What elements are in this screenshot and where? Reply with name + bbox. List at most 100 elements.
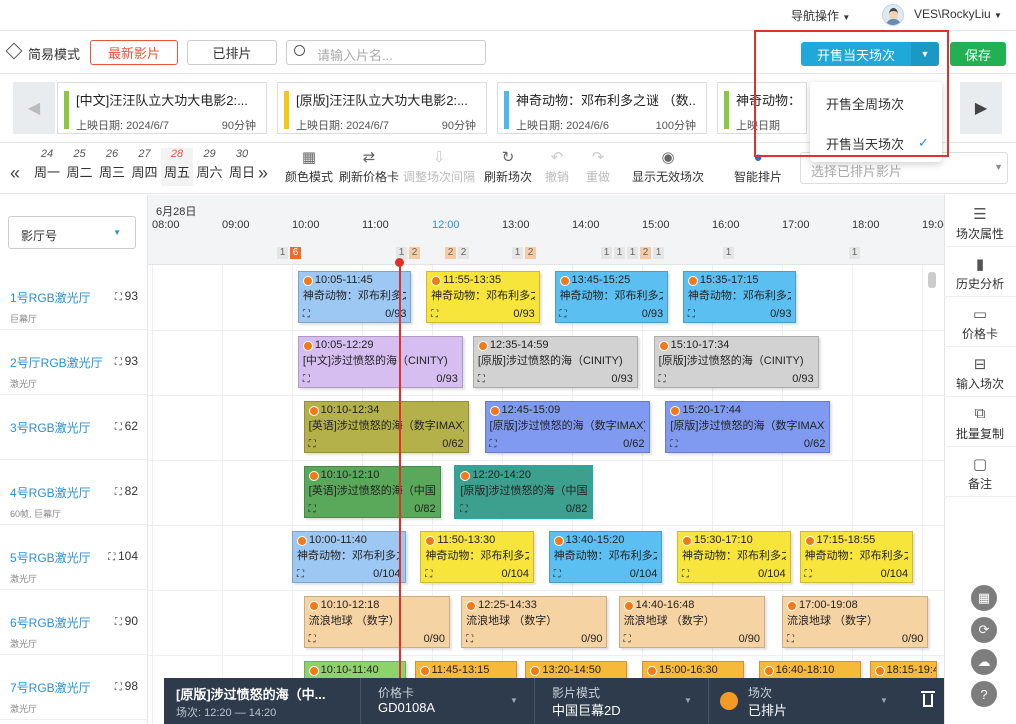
day-29[interactable]: 29 周六 xyxy=(194,148,226,181)
session-time: 15:20-17:44 xyxy=(670,404,825,416)
sell-dropdown-toggle[interactable]: ▼ xyxy=(911,42,939,66)
session-block[interactable]: 10:10-12:34 [英语]涉过愤怒的海（数字IMAX) ⛶ 0/62 xyxy=(303,401,469,453)
session-block[interactable]: 14:40-16:48 流浪地球 （数字） ⛶ 0/90 xyxy=(618,596,765,648)
session-block[interactable]: 12:45-15:09 [原版]涉过愤怒的海（数字IMAX) ⛶ 0/62 xyxy=(484,401,650,453)
session-block[interactable]: 12:35-14:59 [原版]涉过愤怒的海（CINITY) ⛶ 0/93 xyxy=(472,336,638,388)
hall-type: 激光厅 xyxy=(10,379,38,389)
session-time: 12:25-14:33 xyxy=(466,599,602,611)
save-button[interactable]: 保存 xyxy=(950,42,1006,66)
sidebar-item[interactable]: ☰ 场次属性 xyxy=(944,197,1016,247)
sell-today-button[interactable]: 开售当天场次 xyxy=(801,42,911,66)
session-movie: 流浪地球 （数字） xyxy=(466,615,558,627)
day-30[interactable]: 30 周日 xyxy=(226,148,258,181)
hour-label: 15:00 xyxy=(642,219,670,231)
session-block[interactable]: 10:00-11:40 神奇动物：邓布利多之 ⛶ 0/104 xyxy=(292,531,406,583)
sidebar-item[interactable]: ▭ 价格卡 xyxy=(944,297,1016,347)
sell-today-option[interactable]: 开售当天场次 xyxy=(826,134,904,153)
next-week-button[interactable]: » xyxy=(258,163,268,184)
round-tool-button[interactable]: ▦ xyxy=(971,585,997,611)
search-input[interactable]: 请输入片名... xyxy=(286,40,486,65)
round-tool-button[interactable]: ⟳ xyxy=(971,617,997,643)
film-mode-select[interactable]: 影片模式 中国巨幕2D ▼ xyxy=(534,678,704,724)
movie-card[interactable]: [中文]汪汪队立大功大电影2:... 上映日期: 2024/6/7 90分钟 xyxy=(57,82,267,134)
session-count: 1 xyxy=(512,247,523,259)
hall-row[interactable]: 5号RGB激光厅 激光厅 ⛶ 104 xyxy=(0,525,148,590)
hall-row[interactable]: 2号厅RGB激光厅 激光厅 ⛶ 93 xyxy=(0,330,148,395)
day-number: 25 xyxy=(73,148,86,160)
hall-row[interactable]: 3号RGB激光厅 ⛶ 62 xyxy=(0,395,148,460)
day-26[interactable]: 26 周三 xyxy=(96,148,128,181)
schedule-grid[interactable]: 10:05-11:45 神奇动物：邓布利多之 ⛶ 0/93 11:55-13:35 神奇动… xyxy=(148,265,944,724)
tool-6[interactable]: ◉ 显示无效场次 xyxy=(632,148,704,185)
day-27[interactable]: 27 周四 xyxy=(129,148,161,181)
day-28[interactable]: 28 周五 xyxy=(161,148,193,186)
movie-card[interactable]: [原版]汪汪队立大功大电影2:... 上映日期: 2024/6/7 90分钟 xyxy=(277,82,487,134)
session-block[interactable]: 13:45-15:25 神奇动物：邓布利多之 ⛶ 0/93 xyxy=(554,271,669,323)
session-block[interactable]: 15:10-17:34 [原版]涉过愤怒的海（CINITY) ⛶ 0/93 xyxy=(653,336,819,388)
movie-card[interactable]: 神奇动物：邓布利多之谜 （数... 上映日期: 2024/6/6 100分钟 xyxy=(497,82,707,134)
hall-row[interactable]: 1号RGB激光厅 巨幕厅 ⛶ 93 xyxy=(0,265,148,330)
session-block[interactable]: 11:50-13:30 神奇动物：邓布利多之 ⛶ 0/104 xyxy=(420,531,534,583)
price-card-label: 价格卡 xyxy=(378,686,415,700)
sidebar-item[interactable]: ▢ 备注 xyxy=(944,447,1016,497)
session-block[interactable]: 15:35-17:15 神奇动物：邓布利多之 ⛶ 0/93 xyxy=(682,271,797,323)
tab-scheduled[interactable]: 已排片 xyxy=(187,40,277,65)
chevron-down-icon: ▼ xyxy=(880,696,888,705)
seat-icon: ⛶ xyxy=(302,309,310,320)
nav-ops-label: 导航操作 xyxy=(791,9,840,23)
session-block[interactable]: 12:25-14:33 流浪地球 （数字） ⛶ 0/90 xyxy=(461,596,608,648)
session-info-bar: [原版]涉过愤怒的海（中... 场次: 12:20 — 14:20 价格卡 GD… xyxy=(164,678,944,724)
hall-row[interactable]: 4号RGB激光厅 60帧, 巨幕厅 ⛶ 82 xyxy=(0,460,148,525)
session-count: 1 xyxy=(627,247,638,259)
hall-select[interactable]: 影厅号 ▼ xyxy=(8,216,136,249)
sell-week-option[interactable]: 开售全周场次 xyxy=(826,94,904,113)
hall-row[interactable]: 7号RGB激光厅 激光厅 ⛶ 98 xyxy=(0,655,148,720)
round-tool-button[interactable]: ☁ xyxy=(971,649,997,675)
session-block[interactable]: 13:40-15:20 神奇动物：邓布利多之 ⛶ 0/104 xyxy=(548,531,663,583)
user-menu[interactable]: VES\RockyLiu ▼ xyxy=(914,7,1002,21)
hour-label: 17:00 xyxy=(782,219,810,231)
tool-1[interactable]: ⇄ 刷新价格卡 xyxy=(339,148,399,185)
session-block[interactable]: 10:05-12:29 [中文]涉过愤怒的海（CINITY) ⛶ 0/93 xyxy=(297,336,463,388)
seat-icon: ⛶ xyxy=(308,504,316,515)
prev-week-button[interactable]: « xyxy=(10,163,20,184)
nav-ops-menu[interactable]: 导航操作 ▼ xyxy=(791,7,850,24)
seat-count: 93 xyxy=(124,354,138,368)
round-tool-button[interactable]: ? xyxy=(971,681,997,707)
delete-button[interactable] xyxy=(920,689,936,709)
session-time: 12:45-15:09 xyxy=(489,404,645,416)
price-card-select[interactable]: 价格卡 GD0108A ▼ xyxy=(360,678,530,724)
sidebar-item[interactable]: ⧉ 批量复制 xyxy=(944,397,1016,447)
hall-row[interactable]: 6号RGB激光厅 激光厅 ⛶ 90 xyxy=(0,590,148,655)
session-block[interactable]: 17:15-18:55 神奇动物：邓布利多之 ⛶ 0/104 xyxy=(799,531,914,583)
movie-duration: 90分钟 xyxy=(221,120,256,132)
session-block[interactable]: 10:10-12:10 [英语]涉过愤怒的海（中国巨 ⛶ 0/82 xyxy=(303,466,441,518)
tool-7[interactable]: ● 智能排片 xyxy=(734,148,782,185)
simple-mode-toggle[interactable]: 简易模式 xyxy=(28,44,80,63)
day-24[interactable]: 24 周一 xyxy=(31,148,63,181)
grid-scrollbar[interactable] xyxy=(928,272,936,288)
session-block[interactable]: 10:05-11:45 神奇动物：邓布利多之 ⛶ 0/93 xyxy=(297,271,412,323)
scroll-left-button[interactable]: ◀ xyxy=(13,82,55,134)
sidebar-label: 历史分析 xyxy=(955,277,1004,291)
scroll-right-button[interactable]: ▶ xyxy=(960,82,1002,134)
movie-card[interactable]: 神奇动物：邓上映日期 xyxy=(717,82,807,134)
sidebar-item[interactable]: ⊟ 输入场次 xyxy=(944,347,1016,397)
session-block[interactable]: 17:00-19:08 流浪地球 （数字） ⛶ 0/90 xyxy=(782,596,929,648)
session-status-select[interactable]: 场次 已排片 ▼ xyxy=(708,678,898,724)
hour-label: 14:00 xyxy=(572,219,600,231)
session-block[interactable]: 11:55-13:35 神奇动物：邓布利多之 ⛶ 0/93 xyxy=(426,271,540,323)
day-25[interactable]: 25 周二 xyxy=(64,148,96,181)
tool-0[interactable]: ▦ 颜色模式 xyxy=(285,148,333,185)
session-count: 0/104 xyxy=(501,568,529,580)
tool-3[interactable]: ↻ 刷新场次 xyxy=(484,148,532,185)
sidebar-icon: ⊟ xyxy=(973,356,987,373)
trash-icon xyxy=(921,691,935,693)
session-block[interactable]: 12:20-14:20 [原版]涉过愤怒的海（中国巨 ⛶ 0/82 xyxy=(454,465,594,519)
session-block[interactable]: 10:10-12:18 流浪地球 （数字） ⛶ 0/90 xyxy=(303,596,450,648)
session-block[interactable]: 15:20-17:44 [原版]涉过愤怒的海（数字IMAX) ⛶ 0/62 xyxy=(665,401,831,453)
session-block[interactable]: 15:30-17:10 神奇动物：邓布利多之 ⛶ 0/104 xyxy=(677,531,791,583)
sidebar-item[interactable]: ▮ 历史分析 xyxy=(944,247,1016,297)
tab-new-movies[interactable]: 最新影片 xyxy=(90,40,178,65)
avatar[interactable] xyxy=(882,4,904,26)
